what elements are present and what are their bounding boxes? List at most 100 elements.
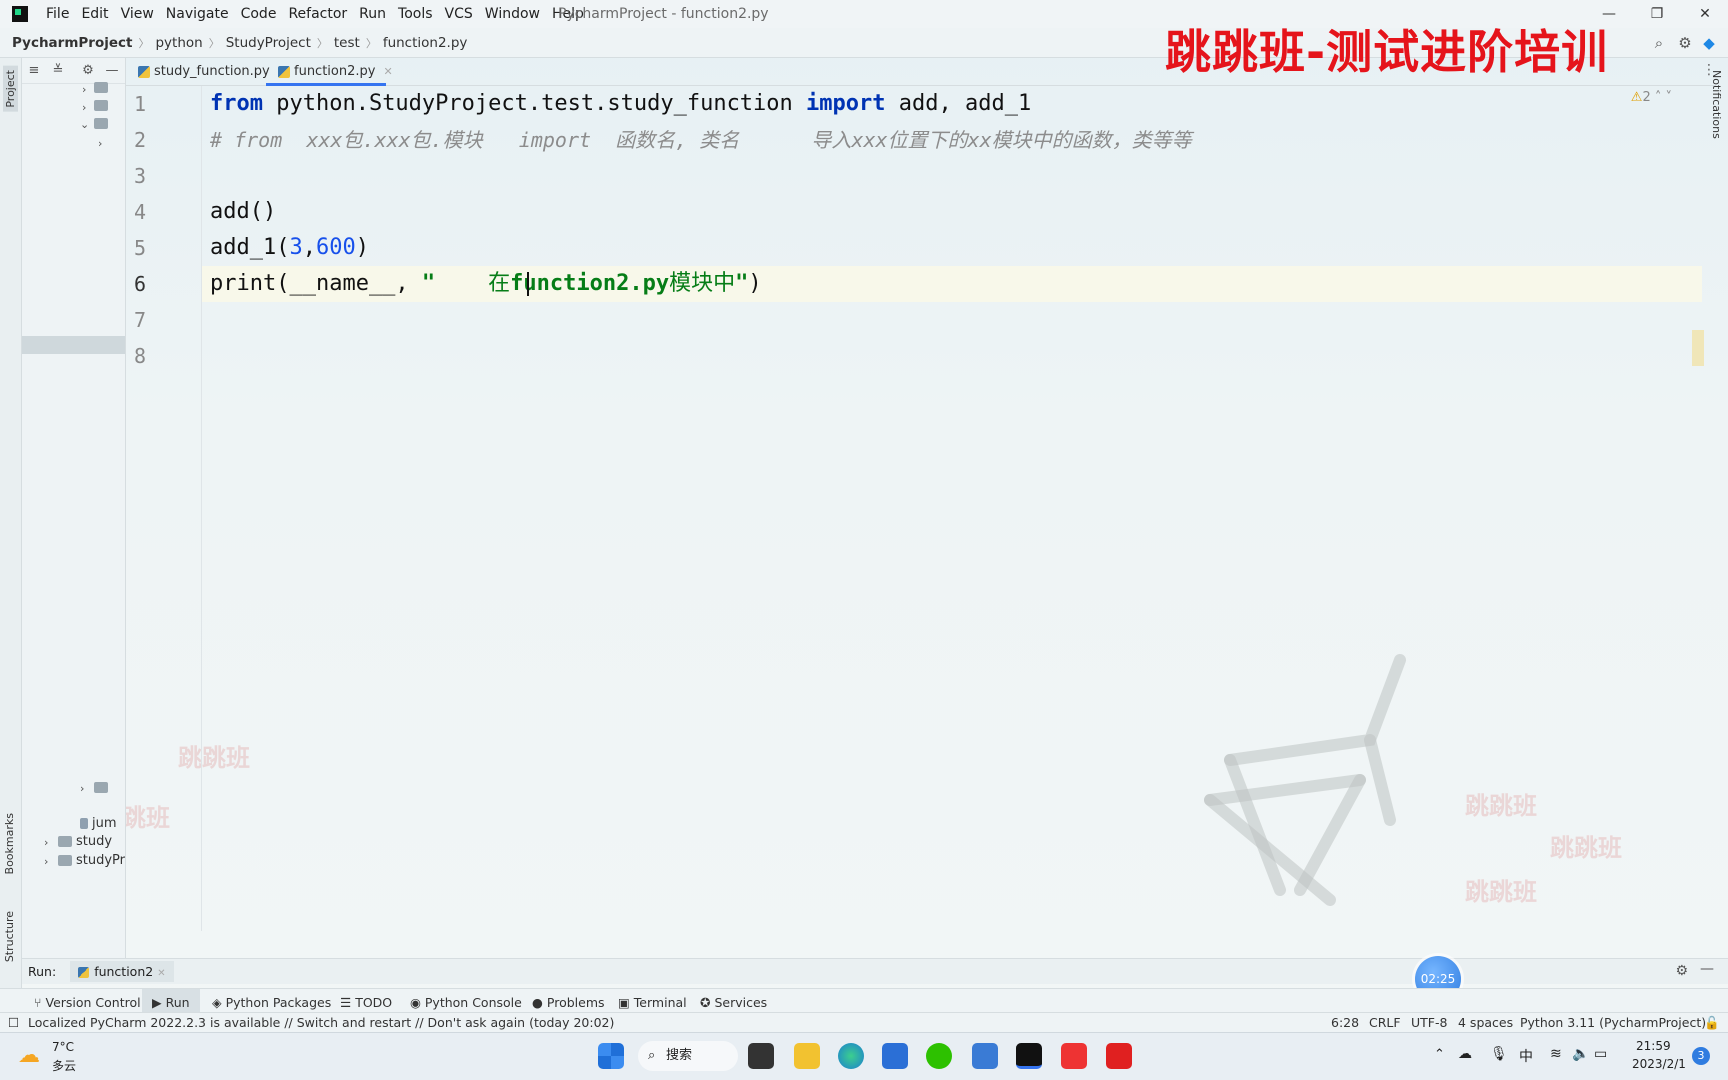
- python-interpreter[interactable]: Python 3.11 (PycharmProject): [1520, 1015, 1706, 1030]
- chevron-right-icon[interactable]: ›: [80, 782, 84, 795]
- run-config-tab[interactable]: function2 ✕: [70, 961, 174, 982]
- breadcrumb-test[interactable]: test: [332, 35, 362, 51]
- clock-date[interactable]: 2023/2/1: [1632, 1057, 1686, 1071]
- tree-folder[interactable]: [94, 80, 112, 95]
- windows-start-icon[interactable]: [598, 1043, 624, 1069]
- pycharm-taskbar-icon[interactable]: [1016, 1043, 1042, 1069]
- tree-folder[interactable]: [94, 116, 112, 131]
- tree-folder[interactable]: [94, 780, 112, 795]
- tree-item-study[interactable]: study: [58, 834, 112, 849]
- chevron-right-icon[interactable]: ›: [44, 836, 48, 849]
- project-panel: ≡ ≚ ⚙ — › › ⌄ › › jum › study › studyPr: [22, 58, 126, 958]
- code-editor[interactable]: from python.StudyProject.test.study_func…: [202, 86, 1702, 931]
- settings-gear-icon[interactable]: ⚙: [1676, 34, 1694, 52]
- tab-study-function[interactable]: study_function.py✕: [126, 58, 287, 86]
- inspection-widget[interactable]: ⚠2 ˄ ˅: [1631, 90, 1672, 105]
- search-icon[interactable]: ⌕: [1650, 34, 1668, 52]
- close-icon[interactable]: ✕: [1682, 0, 1728, 28]
- tab-bookmarks[interactable]: Bookmarks: [3, 813, 16, 874]
- volume-icon[interactable]: 🔈: [1572, 1046, 1589, 1062]
- expand-all-icon[interactable]: ≡: [24, 61, 44, 81]
- edge-browser-icon[interactable]: [838, 1043, 864, 1069]
- menu-edit[interactable]: Edit: [75, 0, 114, 28]
- youdao-icon[interactable]: [1106, 1043, 1132, 1069]
- file-encoding[interactable]: UTF-8: [1411, 1015, 1447, 1030]
- python-file-icon: [278, 66, 290, 78]
- breadcrumb-separator-icon: 〉: [316, 36, 328, 50]
- windows-taskbar: ☁ 7°C 多云 ⌕ 搜索 ⌃ ☁ 🎙 中 ≋ 🔈 ▭ 21:59 2023/2/…: [0, 1032, 1728, 1080]
- lock-icon[interactable]: 🔓: [1704, 1015, 1720, 1031]
- tab-project[interactable]: Project: [3, 66, 18, 112]
- taskbar-search[interactable]: ⌕ 搜索: [638, 1041, 738, 1071]
- weather-desc[interactable]: 多云: [52, 1057, 76, 1074]
- tree-item-studypr[interactable]: studyPr: [58, 853, 125, 868]
- menu-vcs[interactable]: VCS: [439, 0, 479, 28]
- tree-item-jum[interactable]: jum: [80, 816, 117, 831]
- tree-selected-row[interactable]: [22, 336, 125, 354]
- breadcrumb-file[interactable]: function2.py: [381, 35, 470, 51]
- store-app-icon[interactable]: [882, 1043, 908, 1069]
- status-square-icon[interactable]: ☐: [8, 1015, 19, 1030]
- breadcrumb-studyproject[interactable]: StudyProject: [224, 35, 313, 51]
- breadcrumb-separator-icon: 〉: [365, 36, 377, 50]
- breadcrumb-python[interactable]: python: [153, 35, 204, 51]
- indent-setting[interactable]: 4 spaces: [1458, 1015, 1513, 1030]
- wechat-icon[interactable]: [926, 1043, 952, 1069]
- weather-temp[interactable]: 7°C: [52, 1040, 74, 1054]
- tab-structure[interactable]: Structure: [3, 911, 16, 962]
- tab-function2[interactable]: function2.py ✕: [266, 58, 393, 86]
- code-line-1[interactable]: from python.StudyProject.test.study_func…: [210, 86, 1031, 122]
- chevron-right-icon[interactable]: ›: [82, 83, 86, 96]
- update-message[interactable]: Localized PyCharm 2022.2.3 is available …: [28, 1015, 614, 1030]
- more-tabs-icon[interactable]: ⋮: [1702, 62, 1716, 78]
- code-line-6[interactable]: print(__name__, " 在function2.py模块中"): [210, 266, 762, 302]
- menu-run[interactable]: Run: [353, 0, 392, 28]
- menu-file[interactable]: File: [40, 0, 75, 28]
- menu-navigate[interactable]: Navigate: [160, 0, 235, 28]
- code-line-5[interactable]: add_1(3,600): [210, 230, 369, 266]
- battery-icon[interactable]: ▭: [1594, 1046, 1607, 1062]
- file-explorer-icon[interactable]: [794, 1043, 820, 1069]
- line-separator[interactable]: CRLF: [1369, 1015, 1401, 1030]
- caret-position[interactable]: 6:28: [1331, 1015, 1359, 1030]
- notepad-icon[interactable]: [972, 1043, 998, 1069]
- xmind-icon[interactable]: [1061, 1043, 1087, 1069]
- maximize-icon[interactable]: ❐: [1634, 0, 1680, 28]
- chevron-right-icon[interactable]: ›: [82, 101, 86, 114]
- line-number: 4: [134, 200, 147, 224]
- code-line-2-comment[interactable]: # from xxx包.xxx包.模块 import 函数名, 类名 导入xxx…: [210, 122, 1192, 158]
- settings-gear-icon[interactable]: ⚙: [1675, 963, 1688, 979]
- code-line-4[interactable]: add(): [210, 194, 276, 230]
- wifi-icon[interactable]: ≋: [1550, 1046, 1562, 1062]
- tree-folder[interactable]: [94, 98, 112, 113]
- menu-window[interactable]: Window: [479, 0, 546, 28]
- chevron-up-icon[interactable]: ˄: [1655, 90, 1662, 105]
- weather-icon[interactable]: ☁: [18, 1043, 40, 1068]
- chevron-down-icon[interactable]: ˅: [1666, 90, 1673, 105]
- onedrive-icon[interactable]: ☁: [1458, 1046, 1472, 1062]
- clock-time[interactable]: 21:59: [1636, 1039, 1671, 1053]
- breadcrumb-project[interactable]: PycharmProject: [0, 35, 134, 51]
- options-gear-icon[interactable]: ⚙: [78, 61, 98, 81]
- microphone-icon[interactable]: 🎙: [1490, 1046, 1508, 1062]
- hide-panel-icon[interactable]: —: [1700, 961, 1714, 977]
- tray-chevron-up-icon[interactable]: ⌃: [1434, 1047, 1445, 1062]
- menu-view[interactable]: View: [115, 0, 160, 28]
- chevron-right-icon[interactable]: ›: [44, 855, 48, 868]
- close-tab-icon[interactable]: ✕: [157, 968, 165, 979]
- menu-tools[interactable]: Tools: [392, 0, 439, 28]
- play-icon: ▶: [152, 995, 166, 1010]
- chevron-down-icon[interactable]: ⌄: [80, 118, 89, 131]
- collapse-all-icon[interactable]: ≚: [48, 61, 68, 81]
- scrollbar-marker[interactable]: [1692, 330, 1704, 366]
- hide-panel-icon[interactable]: —: [102, 61, 122, 81]
- notification-badge[interactable]: 3: [1692, 1047, 1710, 1065]
- jetbrains-update-icon[interactable]: ◆: [1700, 34, 1718, 52]
- tool-label: Run: [165, 995, 190, 1010]
- menu-code[interactable]: Code: [235, 0, 283, 28]
- chevron-right-icon[interactable]: ›: [98, 137, 102, 150]
- ime-indicator[interactable]: 中: [1519, 1046, 1533, 1066]
- menu-refactor[interactable]: Refactor: [282, 0, 353, 28]
- task-view-icon[interactable]: [748, 1043, 774, 1069]
- close-tab-icon[interactable]: ✕: [383, 65, 392, 78]
